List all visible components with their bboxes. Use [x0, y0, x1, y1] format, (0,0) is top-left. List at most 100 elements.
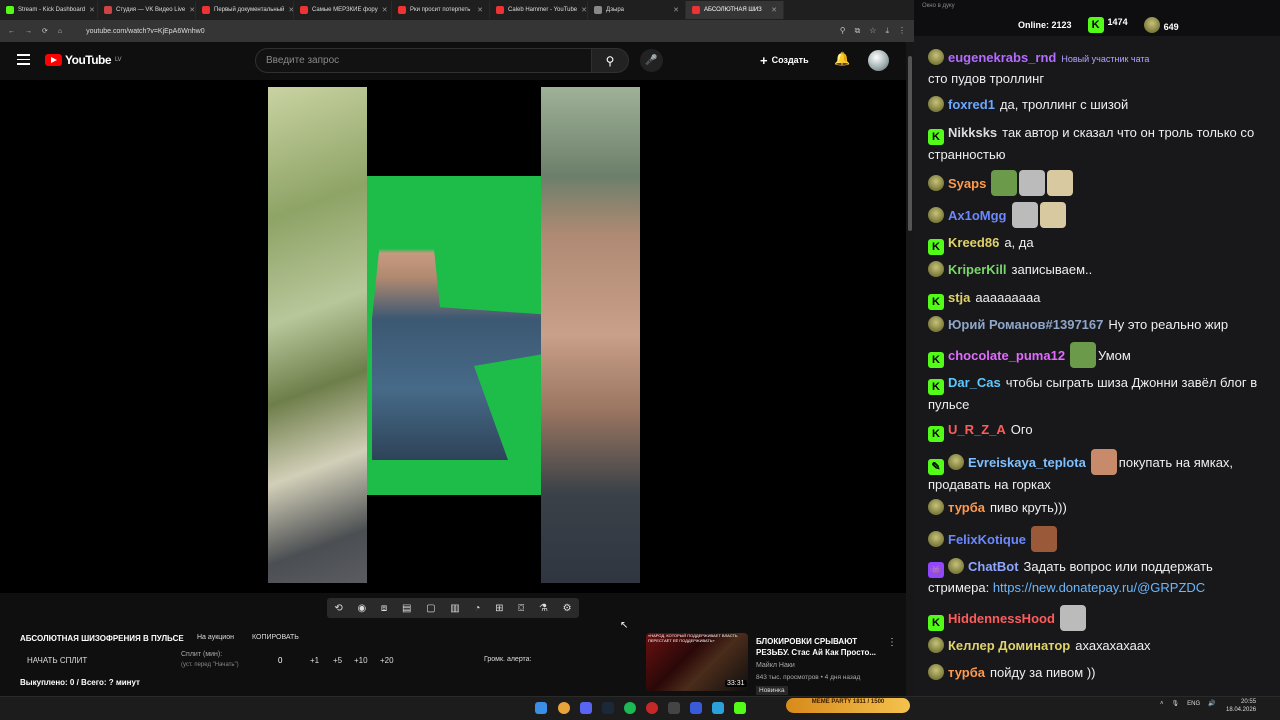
chat-username[interactable]: Syaps [948, 176, 986, 191]
chat-username[interactable]: foxred1 [948, 97, 995, 112]
forward-icon[interactable]: → [25, 28, 32, 35]
chat-username[interactable]: chocolate_puma12 [948, 348, 1065, 363]
browser-tab[interactable]: Самые МЕРЗКИЕ фору ✕ [294, 1, 392, 19]
start-icon[interactable] [535, 702, 547, 714]
chat-message: турба пойду за пивом )) [928, 663, 1273, 683]
chat-username[interactable]: Nikksks [948, 125, 997, 140]
create-button[interactable]: + Создать [760, 50, 820, 70]
browser-tab[interactable]: Stream - Kick Dashboard ✕ [0, 1, 98, 19]
chat-username[interactable]: Юрий Романов#1397167 [948, 317, 1103, 332]
chat-username[interactable]: KriperKill [948, 262, 1007, 277]
chat-username[interactable]: eugenekrabs_rnd [948, 50, 1056, 65]
settings-gear-icon[interactable]: ⚙ [563, 603, 572, 614]
tab-favicon-icon [300, 6, 308, 14]
steam-icon[interactable] [602, 702, 614, 714]
chat-stats: Online: 2123 K 1474 649 [914, 14, 1280, 36]
close-tab-icon[interactable]: ✕ [189, 6, 195, 14]
tray-chevron-icon[interactable]: ˄ [1160, 701, 1164, 707]
screenshot-icon[interactable]: ⌼ [518, 603, 524, 614]
auction-button[interactable]: На аукцион [197, 634, 234, 641]
filmstrip-icon[interactable]: ▥ [450, 603, 459, 614]
close-tab-icon[interactable]: ✕ [673, 6, 679, 14]
search-input[interactable]: Введите запрос [255, 48, 595, 73]
kick-app-icon[interactable] [734, 702, 746, 714]
media-icon[interactable] [690, 702, 702, 714]
zoom-icon[interactable]: ⚲ [840, 26, 846, 36]
add-clip-icon[interactable]: ⊞ [495, 603, 503, 614]
chat-username[interactable]: stja [948, 290, 970, 305]
youtube-logo[interactable]: YouTube LV [45, 53, 121, 67]
back-icon[interactable]: ← [8, 28, 15, 35]
plus-10-button[interactable]: +10 [354, 656, 368, 665]
search-button[interactable]: ⚲ [591, 48, 629, 73]
plus-20-button[interactable]: +20 [380, 656, 394, 665]
chat-username[interactable]: Kreed86 [948, 235, 999, 250]
recommended-channel[interactable]: Майкл Наки [756, 662, 795, 669]
chat-username[interactable]: Келлер Доминатор [948, 638, 1070, 653]
speed-icon[interactable]: ◔ [474, 603, 480, 614]
extension-control-bar: ⟲ ◉ ⧈ ▤ ▢ ▥ ◔ ⊞ ⌼ ⚗ ⚙ [327, 598, 579, 618]
chat-emote [1059, 605, 1086, 631]
close-tab-icon[interactable]: ✕ [771, 6, 777, 14]
voice-search-icon[interactable]: 🎤 [640, 49, 663, 72]
user-avatar[interactable] [868, 50, 889, 71]
pepe-badge-icon [928, 637, 944, 653]
start-split-button[interactable]: НАЧАТЬ СПЛИТ [27, 656, 87, 665]
browser-tab[interactable]: АБСОЛЮТНАЯ ШИЗ ✕ [686, 1, 784, 19]
app-icon[interactable] [668, 702, 680, 714]
url-text[interactable]: youtube.com/watch?v=KjEpA6Wnhw0 [86, 28, 204, 35]
bookmark-star-icon[interactable]: ☆ [869, 26, 876, 36]
download-icon[interactable]: ⤓ [885, 26, 889, 36]
loop-icon[interactable]: ⟲ [334, 603, 342, 614]
spotify-icon[interactable] [624, 702, 636, 714]
plus-1-button[interactable]: +1 [310, 656, 319, 665]
chat-username[interactable]: Dar_Cas [948, 375, 1001, 390]
close-tab-icon[interactable]: ✕ [581, 6, 587, 14]
lab-flask-icon[interactable]: ⚗ [539, 603, 548, 614]
cast-icon[interactable]: ⧈ [381, 603, 387, 614]
recommended-title[interactable]: БЛОКИРОВКИ СРЫВАЮТ РЕЗЬБУ. Стас Ай Как П… [756, 636, 886, 658]
crop-icon[interactable]: ▢ [426, 603, 435, 614]
chrome-icon[interactable] [558, 702, 570, 714]
tab-favicon-icon [6, 6, 14, 14]
close-tab-icon[interactable]: ✕ [89, 6, 95, 14]
chat-username[interactable]: ChatBot [968, 559, 1019, 574]
system-clock[interactable]: 20:55 18.04.2026 [1226, 699, 1256, 715]
more-options-icon[interactable]: ⋮ [887, 637, 897, 648]
browser-tab[interactable]: Студия — VK Видео Live ✕ [98, 1, 196, 19]
chat-username[interactable]: HiddennessHood [948, 611, 1055, 626]
plus-5-button[interactable]: +5 [333, 656, 342, 665]
notifications-bell-icon[interactable]: 🔔 [834, 51, 850, 67]
chat-username[interactable]: турба [948, 500, 985, 515]
audio-wave-icon[interactable]: ◉ [357, 603, 366, 614]
close-tab-icon[interactable]: ✕ [477, 6, 483, 14]
chat-username[interactable]: турба [948, 665, 985, 680]
hamburger-menu-icon[interactable] [17, 54, 30, 68]
obs-icon[interactable] [646, 702, 658, 714]
browser-tab[interactable]: Caleb Hammer - YouTube ✕ [490, 1, 588, 19]
copy-button[interactable]: КОПИРОВАТЬ [252, 634, 299, 641]
telegram-icon[interactable] [712, 702, 724, 714]
video-duration: 33:31 [725, 680, 747, 687]
pepe-badge-icon [948, 558, 964, 574]
reload-icon[interactable]: ⟳ [42, 27, 48, 35]
page-scrollbar[interactable] [906, 42, 914, 696]
browser-tab[interactable]: Первый документальный ✕ [196, 1, 294, 19]
volume-icon[interactable]: 🔊 [1208, 700, 1215, 707]
chat-username[interactable]: FelixKotique [948, 532, 1026, 547]
chat-username[interactable]: U_R_Z_A [948, 422, 1006, 437]
chat-link[interactable]: https://new.donatepay.ru/@GRPZDC [993, 580, 1205, 595]
menu-dots-icon[interactable]: ⋮ [898, 26, 906, 36]
language-indicator[interactable]: ENG [1187, 701, 1200, 707]
home-icon[interactable]: ⌂ [58, 28, 62, 35]
chat-username[interactable]: Evreiskaya_teplota [968, 455, 1086, 470]
install-icon[interactable]: ⧉ [855, 26, 861, 36]
chat-username[interactable]: Ax1oMgg [948, 208, 1007, 223]
browser-tab[interactable]: Дзыра ✕ [588, 1, 686, 19]
close-tab-icon[interactable]: ✕ [382, 6, 388, 14]
meme-party-widget[interactable]: MEME PARTY 1811 / 1500 [786, 698, 910, 713]
film-icon[interactable]: ▤ [402, 603, 411, 614]
mic-tray-icon[interactable]: 🎙 [1172, 700, 1180, 707]
browser-tab[interactable]: Рки просит потерпеть ✕ [392, 1, 490, 19]
discord-icon[interactable] [580, 702, 592, 714]
